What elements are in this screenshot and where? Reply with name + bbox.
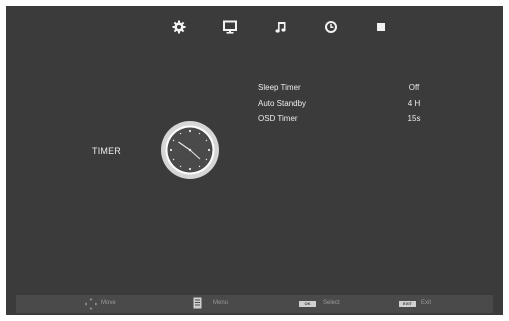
hint-label: Exit bbox=[421, 300, 432, 306]
hint-menu: Menu bbox=[193, 297, 253, 311]
clock-tick bbox=[188, 129, 192, 133]
music-note-icon[interactable] bbox=[274, 20, 288, 34]
clock-tick bbox=[188, 167, 192, 171]
hint-label: Select bbox=[323, 300, 340, 306]
ok-key-icon: OK bbox=[299, 301, 316, 307]
hint-label: Move bbox=[101, 300, 116, 306]
clock-tick bbox=[207, 148, 211, 152]
hint-label: Menu bbox=[213, 300, 229, 306]
exit-key-icon: EXIT bbox=[399, 301, 416, 307]
gear-icon[interactable] bbox=[172, 20, 186, 34]
clock-tick bbox=[172, 158, 175, 161]
section-title: TIMER bbox=[92, 146, 121, 156]
menu-item-osd-timer[interactable]: OSD Timer 15s bbox=[258, 114, 443, 126]
dpad-icon bbox=[84, 298, 98, 312]
hint-move: Move bbox=[84, 298, 144, 312]
menu-item-auto-standby[interactable]: Auto Standby 4 H bbox=[258, 99, 443, 111]
analog-clock-icon bbox=[159, 119, 221, 181]
menu-item-label: Auto Standby bbox=[258, 99, 307, 108]
clock-tick bbox=[205, 158, 208, 161]
hint-exit: EXIT Exit bbox=[399, 299, 459, 309]
clock-tick bbox=[179, 132, 182, 135]
clock-tick bbox=[169, 148, 173, 152]
menu-item-value: 15s bbox=[407, 114, 421, 123]
square-icon[interactable] bbox=[374, 20, 388, 34]
menu-item-value: Off bbox=[408, 83, 420, 92]
clock-icon[interactable] bbox=[324, 20, 338, 34]
tv-menu-screen: TIMER Sleep Timer Off Auto Standby 4 H O… bbox=[6, 6, 503, 315]
hint-select: OK Select bbox=[299, 299, 359, 309]
hint-bar: Move Menu OK Select EXIT Exit bbox=[16, 295, 493, 313]
menu-icon bbox=[193, 297, 202, 311]
menu-item-value: 4 H bbox=[407, 99, 421, 108]
clock-tick bbox=[205, 139, 208, 142]
clock-tick bbox=[172, 139, 175, 142]
menu-item-label: OSD Timer bbox=[258, 114, 298, 123]
monitor-icon[interactable] bbox=[223, 20, 237, 34]
menu-item-label: Sleep Timer bbox=[258, 83, 301, 92]
menu-item-sleep-timer[interactable]: Sleep Timer Off bbox=[258, 83, 443, 95]
clock-tick bbox=[198, 165, 201, 168]
clock-tick bbox=[179, 165, 182, 168]
clock-tick bbox=[198, 132, 201, 135]
